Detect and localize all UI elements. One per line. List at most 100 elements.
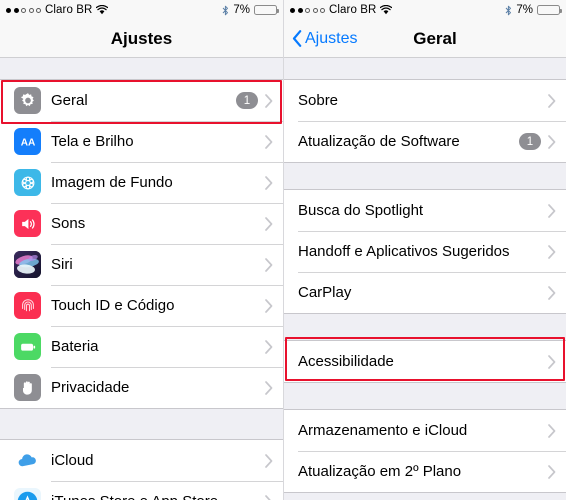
settings-list-geral[interactable]: Sobre Atualização de Software 1 Busca do (284, 58, 566, 500)
status-bar-right-group: 7% (222, 4, 279, 16)
carrier-label: Claro BR (45, 4, 93, 16)
settings-group-2: iCloud iTunes Store e App Store (0, 439, 283, 500)
signal-dot-1 (6, 7, 11, 13)
settings-row-privacidade[interactable]: Privacidade (0, 367, 283, 408)
signal-dot-5 (320, 7, 325, 13)
list-top-gap (0, 58, 283, 79)
chevron-right-icon (265, 339, 273, 354)
settings-row-armazenamento-e-icloud[interactable]: Armazenamento e iCloud (284, 410, 566, 451)
settings-row-carplay[interactable]: CarPlay (284, 272, 566, 313)
settings-row-label: iTunes Store e App Store (51, 493, 265, 500)
nav-bar-right: Ajustes Geral (284, 20, 566, 58)
status-bar-left-group: Claro BR (6, 4, 109, 16)
settings-row-sobre[interactable]: Sobre (284, 80, 566, 121)
settings-row-imagem-de-fundo[interactable]: Imagem de Fundo (0, 162, 283, 203)
wallpaper-flower-icon (14, 169, 41, 196)
settings-row-label: Sobre (298, 92, 339, 109)
chevron-right-icon (265, 298, 273, 313)
settings-row-label: Geral (51, 92, 88, 109)
settings-row-sons[interactable]: Sons (0, 203, 283, 244)
settings-row-atualizacao-em-2-plano[interactable]: Atualização em 2º Plano (284, 451, 566, 492)
wifi-icon (96, 4, 109, 15)
chevron-right-icon (548, 354, 556, 369)
status-bar-right-group: 7% (505, 4, 562, 16)
chevron-right-icon (548, 203, 556, 218)
settings-row-acessibilidade[interactable]: Acessibilidade (284, 341, 566, 382)
signal-dot-3 (305, 7, 310, 13)
settings-row-geral[interactable]: Geral 1 (0, 80, 283, 121)
settings-row-atualizacao-de-software[interactable]: Atualização de Software 1 (284, 121, 566, 162)
settings-row-tela-e-brilho[interactable]: AA Tela e Brilho (0, 121, 283, 162)
signal-strength-dots (6, 7, 41, 13)
chevron-right-icon (548, 93, 556, 108)
settings-row-label: Sons (51, 215, 86, 232)
settings-row-siri[interactable]: Siri (0, 244, 283, 285)
chevron-right-icon (548, 423, 556, 438)
signal-dot-3 (21, 7, 26, 13)
svg-text:AA: AA (20, 137, 35, 148)
chevron-right-icon (265, 494, 273, 500)
signal-dot-2 (297, 7, 303, 13)
chevron-right-icon (265, 453, 273, 468)
settings-row-label: CarPlay (298, 284, 352, 301)
settings-row-label: Imagem de Fundo (51, 174, 173, 191)
geral-group-2: Busca do Spotlight Handoff e Aplicativos… (284, 189, 566, 314)
dual-screenshot-container: Claro BR 7% Ajustes Geral 1 AA Tela e Br… (0, 0, 566, 500)
wifi-icon (380, 4, 393, 15)
bluetooth-icon (222, 5, 229, 16)
chevron-right-icon (265, 175, 273, 190)
settings-row-label: Handoff e Aplicativos Sugeridos (298, 243, 510, 260)
settings-row-handoff-e-aplicativos-sugeridos[interactable]: Handoff e Aplicativos Sugeridos (284, 231, 566, 272)
settings-row-label: Tela e Brilho (51, 133, 134, 150)
settings-row-label: Acessibilidade (298, 353, 394, 370)
settings-group-1: Geral 1 AA Tela e Brilho Imagem de Fundo… (0, 79, 283, 409)
list-group-gap (284, 163, 566, 189)
chevron-left-icon (292, 30, 302, 47)
nav-bar-left: Ajustes (0, 20, 283, 58)
chevron-right-icon (265, 134, 273, 149)
display-brightness-icon: AA (14, 128, 41, 155)
icloud-icon (14, 447, 41, 474)
signal-dot-4 (312, 7, 318, 13)
back-button-label: Ajustes (305, 29, 358, 47)
settings-row-touch-id-e-codigo[interactable]: Touch ID e Código (0, 285, 283, 326)
settings-row-busca-do-spotlight[interactable]: Busca do Spotlight (284, 190, 566, 231)
settings-screen-ajustes: Claro BR 7% Ajustes Geral 1 AA Tela e Br… (0, 0, 283, 500)
settings-row-label: Busca do Spotlight (298, 202, 424, 219)
list-group-gap (0, 409, 283, 439)
geral-group-3: Acessibilidade (284, 340, 566, 383)
bluetooth-icon (505, 5, 512, 16)
fingerprint-icon (14, 292, 41, 319)
battery-percent-label: 7% (233, 4, 250, 16)
gear-icon (14, 87, 41, 114)
status-badge: 1 (236, 92, 258, 109)
hand-privacy-icon (14, 374, 41, 401)
chevron-right-icon (265, 257, 273, 272)
chevron-right-icon (548, 134, 556, 149)
status-bar-right: Claro BR 7% (284, 0, 566, 20)
signal-strength-dots (290, 7, 325, 13)
settings-row-label: Bateria (51, 338, 99, 355)
chevron-right-icon (265, 380, 273, 395)
settings-list-ajustes[interactable]: Geral 1 AA Tela e Brilho Imagem de Fundo… (0, 58, 283, 500)
chevron-right-icon (548, 244, 556, 259)
chevron-right-icon (548, 285, 556, 300)
app-store-icon (14, 488, 41, 500)
status-bar-left: Claro BR 7% (0, 0, 283, 20)
status-bar-left-group: Claro BR (290, 4, 393, 16)
settings-row-label: Atualização de Software (298, 133, 460, 150)
settings-row-label: iCloud (51, 452, 94, 469)
chevron-right-icon (548, 464, 556, 479)
battery-icon (537, 4, 562, 16)
siri-icon (14, 251, 41, 278)
settings-row-bateria[interactable]: Bateria (0, 326, 283, 367)
list-top-gap (284, 58, 566, 79)
settings-row-itunes-store-e-app-store[interactable]: iTunes Store e App Store (0, 481, 283, 500)
battery-percent-label: 7% (516, 4, 533, 16)
back-button-ajustes[interactable]: Ajustes (292, 30, 357, 48)
list-group-gap (284, 383, 566, 409)
settings-row-label: Touch ID e Código (51, 297, 175, 314)
geral-group-4: Armazenamento e iCloud Atualização em 2º… (284, 409, 566, 493)
settings-row-icloud[interactable]: iCloud (0, 440, 283, 481)
carrier-label: Claro BR (329, 4, 377, 16)
